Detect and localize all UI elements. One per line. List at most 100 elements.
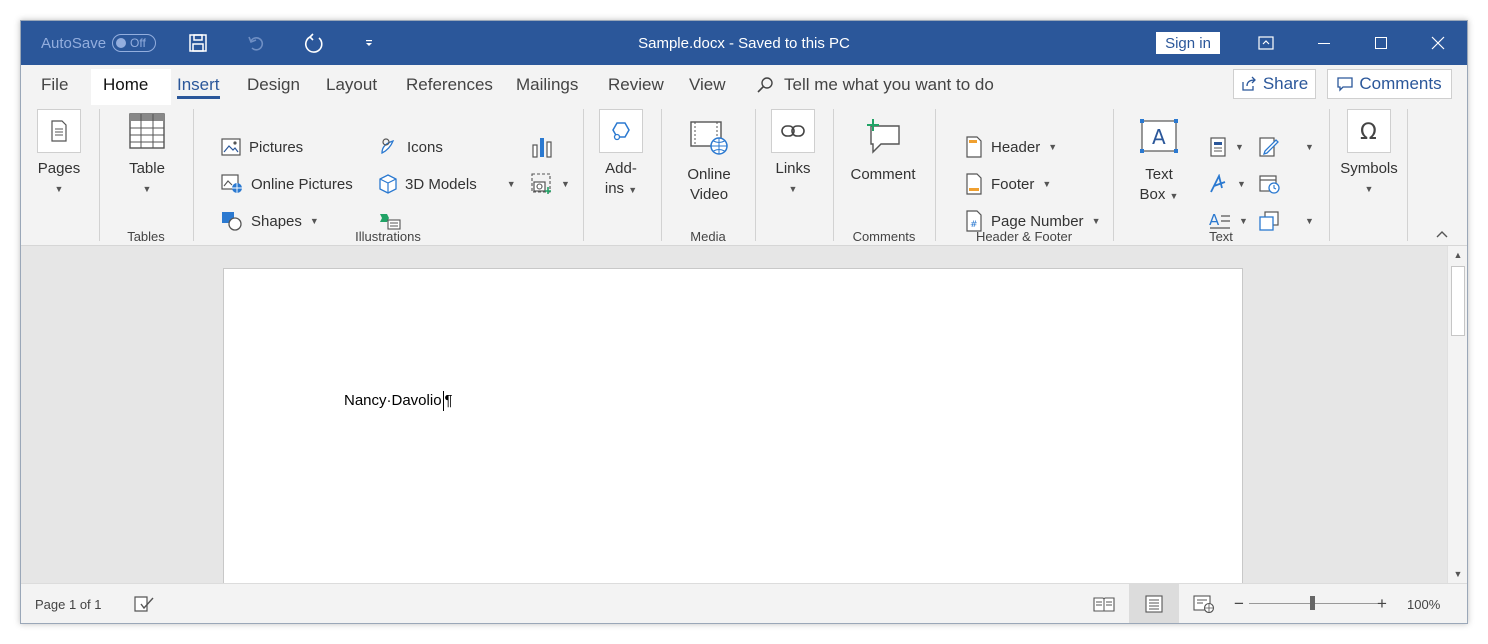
smartart-icon (380, 214, 401, 230)
comments-group-label: Comments (852, 229, 916, 244)
text-group-label: Text (1209, 229, 1233, 244)
tab-design[interactable]: Design (247, 65, 300, 105)
table-button[interactable]: Table ▼ (125, 109, 169, 199)
zoom-out-button[interactable]: − (1234, 584, 1244, 623)
tab-layout[interactable]: Layout (326, 65, 377, 105)
quick-parts-icon (1210, 137, 1226, 157)
text-cursor (442, 391, 444, 411)
page-count[interactable]: Page 1 of 1 (35, 584, 102, 623)
tables-group-label: Tables (127, 229, 165, 244)
online-pictures-button[interactable]: Online Pictures (221, 172, 353, 196)
symbols-button[interactable]: Ω Symbols ▼ (1340, 109, 1398, 199)
title-bar: AutoSave Off Sample.docx - Saved to this… (21, 21, 1467, 65)
zoom-slider-thumb[interactable] (1310, 596, 1315, 610)
zoom-in-button[interactable]: + (1377, 584, 1387, 623)
online-pictures-label: Online Pictures (251, 175, 353, 193)
date-time-button[interactable] (1259, 172, 1281, 196)
pages-icon (37, 109, 81, 153)
links-label: Links (775, 160, 811, 177)
share-button[interactable]: Share (1233, 69, 1316, 99)
tell-me-search[interactable]: Tell me what you want to do (756, 65, 994, 105)
body-text: Nancy·Davolio (344, 391, 442, 409)
tab-file[interactable]: File (41, 65, 68, 105)
tab-insert[interactable]: Insert (177, 65, 220, 105)
read-mode-icon[interactable] (1079, 584, 1129, 623)
close-icon[interactable] (1415, 21, 1461, 65)
comments-button[interactable]: Comments (1327, 69, 1452, 99)
autosave-toggle[interactable]: AutoSave Off (41, 21, 157, 65)
illustrations-group-label: Illustrations (355, 229, 421, 244)
new-comment-icon (861, 115, 905, 159)
pages-label: Pages (37, 160, 81, 177)
comment-bubble-icon (1337, 77, 1354, 92)
online-video-button[interactable]: Online Video (685, 115, 733, 205)
proofing-icon[interactable] (133, 584, 155, 623)
header-label: Header (991, 138, 1041, 156)
links-button[interactable]: Links ▼ (771, 109, 815, 199)
minimize-icon[interactable] (1301, 21, 1347, 65)
signature-line-icon (1259, 137, 1279, 157)
drop-cap-icon: A (1209, 211, 1230, 229)
print-layout-icon[interactable] (1129, 584, 1179, 623)
maximize-icon[interactable] (1358, 21, 1404, 65)
symbols-label: Symbols (1340, 160, 1398, 177)
3d-models-button[interactable]: 3D Models ▼ (379, 172, 516, 196)
shapes-label: Shapes (251, 212, 302, 230)
document-page[interactable]: Nancy·Davolio ¶ (223, 268, 1243, 583)
sign-in-button[interactable]: Sign in (1156, 32, 1220, 54)
wordart-button[interactable]: ▼ (1209, 172, 1246, 196)
tab-review[interactable]: Review (608, 65, 664, 105)
undo-icon[interactable] (239, 21, 273, 65)
share-label: Share (1262, 74, 1309, 93)
text-box-button[interactable]: A Text Box ▼ (1137, 115, 1181, 206)
online-video-label-1: Online (687, 166, 731, 183)
page-number-label: Page Number (991, 212, 1084, 230)
header-button[interactable]: Header ▼ (965, 135, 1057, 159)
icons-button[interactable]: Icons (379, 135, 443, 159)
tab-mailings[interactable]: Mailings (516, 65, 578, 105)
date-time-icon (1259, 175, 1280, 194)
cube-icon (379, 174, 397, 194)
scroll-down-icon[interactable]: ▼ (1448, 565, 1467, 583)
vertical-scrollbar[interactable]: ▲ ▼ (1447, 246, 1467, 583)
web-layout-icon[interactable] (1179, 584, 1229, 623)
online-pictures-icon (221, 174, 242, 193)
redo-icon[interactable] (297, 21, 331, 65)
customize-icon[interactable] (357, 21, 381, 65)
tell-me-text: Tell me what you want to do (784, 75, 994, 94)
chart-button[interactable] (531, 135, 553, 159)
document-body-text[interactable]: Nancy·Davolio ¶ (344, 391, 453, 411)
screenshot-icon (531, 173, 551, 194)
quick-parts-button[interactable]: ▼ (1209, 135, 1244, 159)
ribbon-display-icon[interactable] (1243, 21, 1289, 65)
online-video-label-2: Video (689, 186, 729, 203)
tab-view[interactable]: View (689, 65, 726, 105)
text-box-icon: A (1137, 115, 1181, 159)
autosave-label: AutoSave (41, 34, 107, 52)
pages-button[interactable]: Pages ▼ (37, 109, 81, 199)
pictures-button[interactable]: Pictures (221, 135, 303, 159)
add-ins-label-2: ins (604, 180, 625, 197)
header-footer-group-label: Header & Footer (975, 229, 1073, 244)
zoom-level[interactable]: 100% (1407, 584, 1440, 623)
bar-chart-icon (532, 138, 552, 158)
media-group-label: Media (690, 229, 726, 244)
footer-button[interactable]: Footer ▼ (965, 172, 1051, 196)
svg-text:A: A (1209, 211, 1220, 229)
screenshot-button[interactable]: ▼ (531, 172, 570, 196)
collapse-ribbon-icon[interactable] (1433, 225, 1451, 243)
comments-label: Comments (1359, 74, 1442, 93)
add-ins-button[interactable]: Add- ins ▼ (599, 109, 643, 200)
tab-home[interactable]: Home (103, 65, 148, 105)
tab-references[interactable]: References (406, 65, 493, 105)
ribbon-tab-bar: File Home Insert Design Layout Reference… (21, 65, 1467, 105)
scrollbar-thumb[interactable] (1451, 266, 1465, 336)
signature-line-button[interactable]: ▼ (1259, 135, 1314, 159)
comment-label: Comment (850, 166, 916, 183)
scroll-up-icon[interactable]: ▲ (1448, 246, 1467, 264)
autosave-state: Off (130, 36, 146, 50)
icons-icon (381, 138, 395, 155)
new-comment-button[interactable]: Comment (850, 115, 916, 185)
save-icon[interactable] (181, 21, 215, 65)
autosave-switch[interactable]: Off (112, 34, 157, 52)
